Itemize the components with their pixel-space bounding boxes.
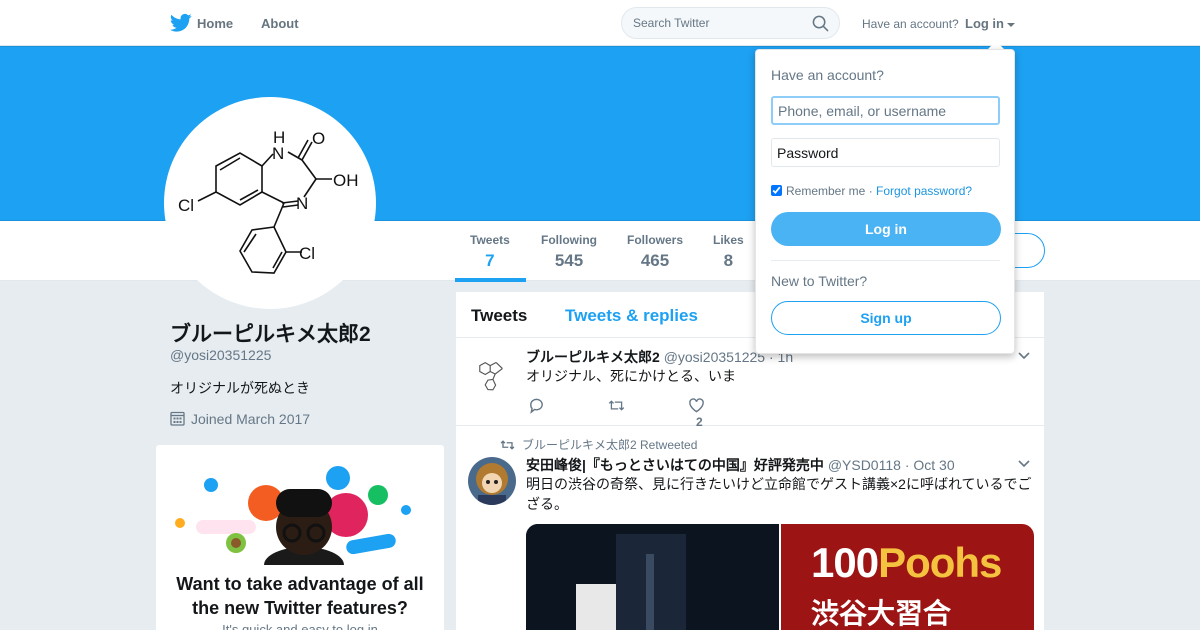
media-photo-left[interactable] (526, 524, 779, 630)
stat-value: 8 (723, 251, 734, 270)
tweet-author-handle[interactable]: @YSD0118 (828, 457, 901, 473)
promo-subtitle: It's quick and easy to log in (222, 622, 378, 630)
search-box (621, 7, 840, 39)
search-icon[interactable] (812, 15, 829, 32)
lorazepam-structure-image: H N O OH N Cl Cl (178, 128, 359, 274)
tweet-avatar[interactable] (468, 350, 516, 398)
joined-text: Joined March 2017 (191, 411, 311, 427)
calendar-icon (170, 411, 185, 426)
heart-icon (689, 398, 704, 413)
tweet-author-name[interactable]: ブルーピルキメ太郎2 (526, 349, 660, 365)
tweet-avatar-image (479, 361, 503, 391)
tweet-timestamp[interactable]: · Oct 30 (905, 457, 955, 473)
profile-handle[interactable]: @yosi20351225 (170, 347, 271, 363)
stat-label: Followers (627, 233, 684, 247)
profile-joined-date: Joined March 2017 (170, 411, 310, 427)
atom-label-oh: OH (333, 171, 359, 190)
tweet-avatar-image (468, 457, 516, 505)
tweet-text: 明日の渋谷の奇祭、見に行きたいけど立命館でゲスト講義×2に呼ばれているでござる。 (526, 476, 1032, 512)
tweet-header: ブルーピルキメ太郎2 @yosi20351225 · 1h (526, 347, 793, 367)
tweet-avatar[interactable] (468, 457, 516, 505)
stat-value: 545 (554, 251, 584, 270)
chevron-down-icon[interactable] (1018, 460, 1030, 468)
atom-label-n1: N (272, 144, 284, 163)
retweet-icon (608, 400, 625, 411)
media-poohs-text: 100Poohs (811, 539, 1002, 587)
atom-label-n2: N (296, 194, 308, 213)
caret-down-icon (1007, 22, 1015, 27)
username-field[interactable] (771, 96, 1000, 125)
new-to-twitter-text: New to Twitter? (771, 273, 868, 289)
stat-label: Following (541, 233, 597, 247)
retweet-icon (500, 440, 515, 450)
divider (771, 260, 1000, 261)
dropdown-title: Have an account? (771, 67, 884, 83)
retweet-button[interactable] (608, 397, 625, 414)
stat-tweets[interactable]: Tweets 7 (470, 233, 510, 271)
stat-value: 7 (485, 251, 495, 270)
top-navigation: Home About Have an account? Log in (0, 0, 1200, 46)
login-link-label: Log in (965, 16, 1004, 31)
stat-likes[interactable]: Likes 8 (713, 233, 744, 271)
tweet-header: 安田峰俊|『もっとさいはての中国』好評発売中 @YSD0118 · Oct 30 (526, 455, 955, 475)
remember-row: Remember me · Forgot password? (771, 184, 972, 198)
remember-checkbox[interactable] (771, 185, 782, 196)
reply-button[interactable] (528, 397, 545, 414)
like-button[interactable]: 2 (688, 397, 705, 429)
nav-home-link[interactable]: Home (197, 16, 233, 31)
stat-followers[interactable]: Followers 465 (627, 233, 683, 271)
profile-avatar[interactable]: H N O OH N Cl Cl (164, 97, 376, 309)
tab-tweets-and-replies[interactable]: Tweets & replies (565, 306, 698, 326)
login-button[interactable]: Log in (771, 212, 1001, 246)
media-subtitle: 渋谷大習合 (811, 598, 952, 629)
twitter-bird-icon[interactable] (170, 13, 192, 33)
forgot-password-link[interactable]: Forgot password? (876, 184, 972, 198)
stat-label: Likes (713, 233, 744, 247)
chevron-down-icon[interactable] (1018, 352, 1030, 360)
active-tab-indicator (455, 278, 526, 282)
atom-label-cl1: Cl (178, 196, 194, 215)
profile-bio: オリジナルが死ぬとき (170, 380, 310, 396)
signup-button[interactable]: Sign up (771, 301, 1001, 335)
stat-value: 465 (640, 251, 670, 270)
nav-about-link[interactable]: About (261, 16, 299, 31)
remember-label[interactable]: Remember me (786, 184, 865, 198)
media-photo-right[interactable]: 100Poohs 渋谷大習合 (781, 524, 1034, 630)
promo-title: Want to take advantage of all the new Tw… (176, 574, 424, 618)
media-photo-left-image (526, 524, 779, 630)
media-number: 100 (811, 539, 879, 586)
search-input[interactable] (633, 16, 803, 30)
atom-label-o: O (312, 129, 325, 148)
signup-promo-card: Want to take advantage of all the new Tw… (156, 445, 444, 630)
tweet[interactable]: ブルーピルキメ太郎2 Retweeted 安田峰俊|『もっとさいはての中国』好評… (456, 427, 1044, 630)
separator-dot: · (868, 184, 873, 198)
retweet-context: ブルーピルキメ太郎2 Retweeted (500, 436, 697, 453)
promo-illustration (175, 466, 411, 565)
login-dropdown-toggle[interactable]: Log in (965, 16, 1015, 31)
atom-label-cl2: Cl (299, 244, 315, 263)
media-word: Poohs (878, 539, 1002, 586)
have-account-text: Have an account? (862, 17, 959, 31)
stat-following[interactable]: Following 545 (541, 233, 597, 271)
login-dropdown: Have an account? Remember me · Forgot pa… (755, 49, 1015, 354)
tweet-author-name[interactable]: 安田峰俊|『もっとさいはての中国』好評発売中 (526, 457, 824, 473)
retweet-context-text[interactable]: ブルーピルキメ太郎2 Retweeted (522, 438, 697, 452)
reply-icon (530, 398, 543, 414)
tweet-media[interactable]: 100Poohs 渋谷大習合 (526, 524, 1034, 630)
password-field[interactable] (771, 138, 1000, 167)
profile-name[interactable]: ブルーピルキメ太郎2 (170, 318, 371, 348)
tab-tweets[interactable]: Tweets (471, 306, 527, 326)
tweet-text: オリジナル、死にかけとる、いま (526, 368, 736, 384)
stat-label: Tweets (470, 233, 510, 247)
tweet-author-handle[interactable]: @yosi20351225 (664, 349, 765, 365)
